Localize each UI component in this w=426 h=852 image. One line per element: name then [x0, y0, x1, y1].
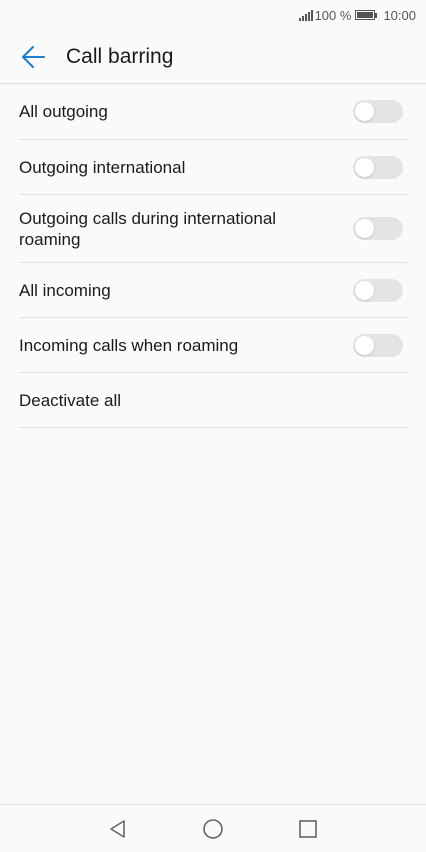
- setting-label: Outgoing international: [19, 157, 186, 177]
- circle-home-icon[interactable]: [194, 810, 232, 848]
- setting-label: Outgoing calls during international roam…: [19, 208, 277, 249]
- toggle-switch[interactable]: [353, 155, 403, 179]
- toggle-knob: [355, 280, 374, 300]
- setting-label: All outgoing: [19, 102, 108, 121]
- signal-icon: [298, 9, 313, 21]
- app-bar: Call barring: [0, 30, 426, 84]
- status-bar: 100 % 10:00: [0, 0, 426, 30]
- toggle-switch[interactable]: [353, 333, 403, 357]
- toggle-knob: [355, 219, 374, 238]
- toggle-knob: [355, 157, 374, 177]
- toggle-knob: [355, 335, 374, 355]
- battery-percentage: 100 %: [314, 7, 352, 23]
- battery-icon: [355, 10, 378, 20]
- setting-all-incoming[interactable]: All incoming: [19, 263, 407, 318]
- settings-list: All outgoing Outgoing international Outg…: [19, 84, 407, 428]
- square-recents-icon[interactable]: [289, 810, 327, 848]
- setting-label: Incoming calls when roaming: [19, 335, 239, 355]
- setting-label: Deactivate all: [19, 390, 122, 410]
- setting-all-outgoing[interactable]: All outgoing: [19, 84, 407, 140]
- triangle-back-icon[interactable]: [99, 810, 137, 848]
- page-title: Call barring: [66, 44, 174, 68]
- toggle-switch[interactable]: [353, 278, 403, 302]
- clock: 10:00: [383, 7, 416, 23]
- toggle-knob: [355, 102, 374, 121]
- setting-outgoing-international[interactable]: Outgoing international: [19, 140, 407, 195]
- setting-incoming-roaming[interactable]: Incoming calls when roaming: [19, 318, 407, 373]
- toggle-switch[interactable]: [353, 100, 403, 123]
- setting-deactivate-all[interactable]: Deactivate all: [19, 373, 407, 428]
- navigation-bar: [0, 804, 426, 852]
- setting-outgoing-roaming[interactable]: Outgoing calls during international roam…: [19, 195, 407, 263]
- setting-label: All incoming: [19, 280, 111, 300]
- toggle-switch[interactable]: [353, 217, 403, 240]
- arrow-back-icon[interactable]: [3, 30, 63, 83]
